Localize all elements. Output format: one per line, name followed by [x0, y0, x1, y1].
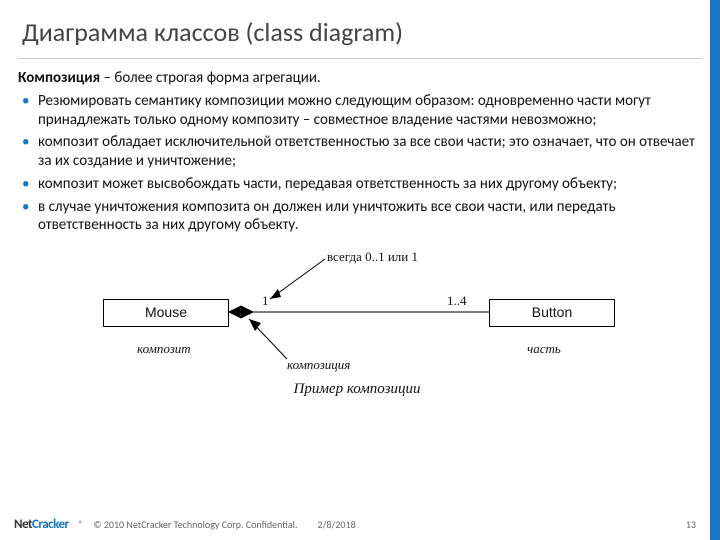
bullet-item: в случае уничтожения композита он должен… [20, 198, 696, 236]
slide-title: Диаграмма классов (class diagram) [22, 16, 698, 48]
logo: NetCracker [14, 517, 69, 532]
logo-net: Net [14, 517, 32, 532]
label-composite: композит [137, 341, 191, 357]
lead-rest: – более строгая форма агрегации. [100, 69, 321, 87]
class-box-button: Button [489, 299, 615, 327]
multiplicity-left: 1 [262, 293, 269, 309]
footer: NetCracker ® © 2010 NetCracker Technolog… [0, 508, 720, 540]
copyright: © 2010 NetCracker Technology Corp. Confi… [93, 518, 297, 531]
label-composition: композиция [287, 357, 350, 373]
footer-date: 2/8/2018 [318, 518, 356, 531]
bullet-item: композит может высвобождать части, перед… [20, 175, 696, 194]
lead-text: Композиция – более строгая форма агрегац… [18, 69, 696, 88]
bullet-item: Резюмировать семантику композиции можно … [20, 92, 696, 130]
multiplicity-right: 1..4 [447, 293, 467, 309]
label-part: часть [527, 341, 561, 357]
annotation-top: всегда 0..1 или 1 [327, 249, 418, 265]
logo-cracker: Cracker [32, 517, 69, 532]
bullet-item: композит обладает исключительной ответст… [20, 133, 696, 171]
class-box-mouse: Mouse [103, 299, 229, 327]
composition-diagram: Mouse Button всегда 0..1 или 1 1 1..4 ко… [37, 249, 677, 399]
header: Диаграмма классов (class diagram) [0, 0, 720, 54]
lead-bold: Композиция [18, 69, 100, 87]
diagram-caption: Пример композиции [37, 380, 677, 399]
side-strip [710, 0, 720, 540]
registered-mark: ® [79, 519, 84, 530]
content: Композиция – более строгая форма агрегац… [0, 59, 720, 405]
bullet-list: Резюмировать семантику композиции можно … [18, 92, 696, 235]
page-number: 13 [686, 518, 706, 531]
slide: Диаграмма классов (class diagram) Композ… [0, 0, 720, 540]
